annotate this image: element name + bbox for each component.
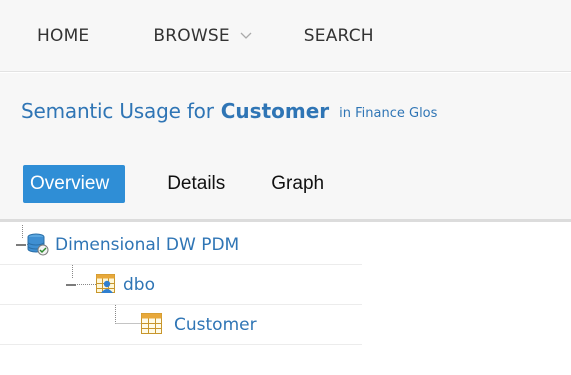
nav-browse[interactable]: BROWSE	[153, 25, 252, 46]
tree-connector	[115, 305, 141, 324]
title-prefix: Semantic Usage for	[21, 99, 214, 123]
tab-bar: Overview Details Graph	[0, 149, 571, 222]
title-entity-link[interactable]: Customer	[221, 99, 329, 123]
tree-label-dbo[interactable]: dbo	[123, 275, 155, 295]
chevron-down-icon	[240, 32, 252, 40]
collapse-icon[interactable]	[15, 239, 27, 251]
tree-row: Customer	[0, 305, 362, 345]
table-icon	[141, 313, 163, 335]
tab-details[interactable]: Details	[167, 165, 225, 203]
tree-label-dimensional-dw-pdm[interactable]: Dimensional DW PDM	[55, 235, 239, 255]
tree-row: dbo	[0, 265, 362, 305]
nav-browse-label: BROWSE	[153, 25, 230, 46]
schema-owner-icon	[96, 274, 118, 296]
nav-search[interactable]: SEARCH	[304, 26, 374, 46]
tree-connector	[77, 284, 97, 285]
title-context-link[interactable]: in Finance Glos	[339, 106, 437, 121]
tab-overview[interactable]: Overview	[23, 165, 126, 203]
tree-row: Dimensional DW PDM	[0, 225, 362, 265]
database-icon	[27, 233, 49, 256]
collapse-icon[interactable]	[65, 279, 77, 291]
top-navigation: HOME BROWSE SEARCH	[0, 0, 571, 72]
usage-tree: Dimensional DW PDM dbo Customer	[0, 225, 362, 345]
tab-graph[interactable]: Graph	[271, 165, 324, 203]
tree-label-customer[interactable]: Customer	[174, 315, 257, 335]
nav-home[interactable]: HOME	[37, 26, 89, 46]
page-title: Semantic Usage for Customer in Finance G…	[0, 73, 571, 149]
